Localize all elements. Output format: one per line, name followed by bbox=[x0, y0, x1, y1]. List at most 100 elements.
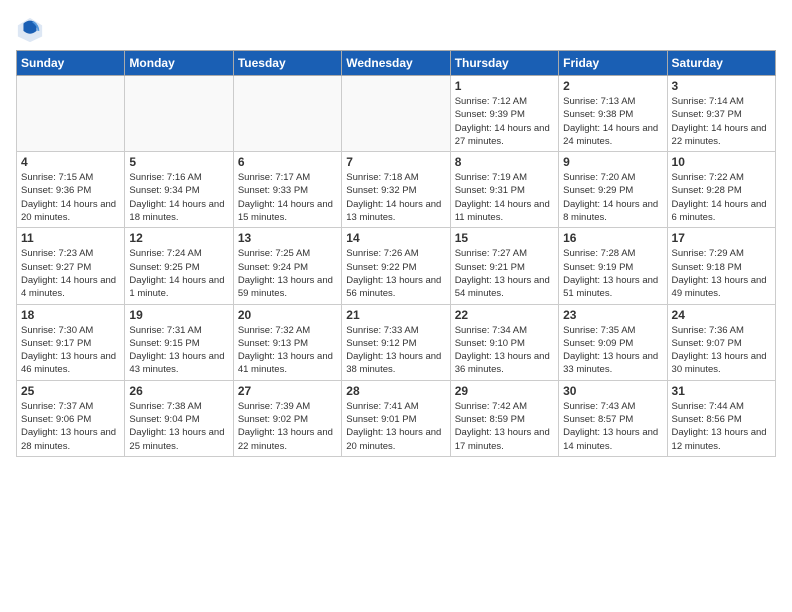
calendar-week-1: 1 Sunrise: 7:12 AM Sunset: 9:39 PM Daylig… bbox=[17, 76, 776, 152]
day-number: 17 bbox=[672, 231, 771, 245]
calendar-header-thursday: Thursday bbox=[450, 51, 558, 76]
day-info: Sunrise: 7:29 AM Sunset: 9:18 PM Dayligh… bbox=[672, 247, 771, 300]
day-number: 7 bbox=[346, 155, 445, 169]
day-number: 21 bbox=[346, 308, 445, 322]
calendar-week-3: 11Sunrise: 7:23 AM Sunset: 9:27 PM Dayli… bbox=[17, 228, 776, 304]
header bbox=[16, 16, 776, 44]
day-number: 13 bbox=[238, 231, 337, 245]
calendar-cell: 26 Sunrise: 7:38 AM Sunset: 9:04 PM Dayli… bbox=[125, 380, 233, 456]
day-info: Sunrise: 7:16 AM Sunset: 9:34 PM Dayligh… bbox=[129, 171, 228, 224]
day-number: 24 bbox=[672, 308, 771, 322]
day-info: Sunrise: 7:27 AM Sunset: 9:21 PM Dayligh… bbox=[455, 247, 554, 300]
logo bbox=[16, 16, 48, 44]
day-info: Sunrise: 7:38 AM Sunset: 9:04 PM Dayligh… bbox=[129, 400, 228, 453]
calendar-cell bbox=[125, 76, 233, 152]
calendar-cell: 25 Sunrise: 7:37 AM Sunset: 9:06 PM Dayli… bbox=[17, 380, 125, 456]
day-number: 28 bbox=[346, 384, 445, 398]
calendar-header-friday: Friday bbox=[559, 51, 667, 76]
day-info: Sunrise: 7:12 AM Sunset: 9:39 PM Dayligh… bbox=[455, 95, 554, 148]
day-info: Sunrise: 7:13 AM Sunset: 9:38 PM Dayligh… bbox=[563, 95, 662, 148]
day-number: 29 bbox=[455, 384, 554, 398]
day-info: Sunrise: 7:26 AM Sunset: 9:22 PM Dayligh… bbox=[346, 247, 445, 300]
day-number: 18 bbox=[21, 308, 120, 322]
day-number: 30 bbox=[563, 384, 662, 398]
calendar-cell: 16Sunrise: 7:28 AM Sunset: 9:19 PM Dayli… bbox=[559, 228, 667, 304]
calendar-cell bbox=[342, 76, 450, 152]
calendar-cell: 19Sunrise: 7:31 AM Sunset: 9:15 PM Dayli… bbox=[125, 304, 233, 380]
calendar-cell: 4Sunrise: 7:15 AM Sunset: 9:36 PM Daylig… bbox=[17, 152, 125, 228]
day-number: 16 bbox=[563, 231, 662, 245]
day-number: 12 bbox=[129, 231, 228, 245]
day-number: 15 bbox=[455, 231, 554, 245]
day-info: Sunrise: 7:33 AM Sunset: 9:12 PM Dayligh… bbox=[346, 324, 445, 377]
day-info: Sunrise: 7:39 AM Sunset: 9:02 PM Dayligh… bbox=[238, 400, 337, 453]
calendar-cell: 10 Sunrise: 7:22 AM Sunset: 9:28 PM Dayli… bbox=[667, 152, 775, 228]
day-info: Sunrise: 7:31 AM Sunset: 9:15 PM Dayligh… bbox=[129, 324, 228, 377]
calendar-cell: 20 Sunrise: 7:32 AM Sunset: 9:13 PM Dayli… bbox=[233, 304, 341, 380]
calendar-cell bbox=[233, 76, 341, 152]
day-info: Sunrise: 7:34 AM Sunset: 9:10 PM Dayligh… bbox=[455, 324, 554, 377]
day-info: Sunrise: 7:17 AM Sunset: 9:33 PM Dayligh… bbox=[238, 171, 337, 224]
day-number: 4 bbox=[21, 155, 120, 169]
day-info: Sunrise: 7:25 AM Sunset: 9:24 PM Dayligh… bbox=[238, 247, 337, 300]
calendar: SundayMondayTuesdayWednesdayThursdayFrid… bbox=[16, 50, 776, 457]
calendar-cell: 2 Sunrise: 7:13 AM Sunset: 9:38 PM Daylig… bbox=[559, 76, 667, 152]
day-number: 10 bbox=[672, 155, 771, 169]
calendar-cell: 27 Sunrise: 7:39 AM Sunset: 9:02 PM Dayli… bbox=[233, 380, 341, 456]
day-number: 9 bbox=[563, 155, 662, 169]
calendar-cell: 17 Sunrise: 7:29 AM Sunset: 9:18 PM Dayli… bbox=[667, 228, 775, 304]
calendar-cell: 18 Sunrise: 7:30 AM Sunset: 9:17 PM Dayli… bbox=[17, 304, 125, 380]
calendar-cell: 1 Sunrise: 7:12 AM Sunset: 9:39 PM Daylig… bbox=[450, 76, 558, 152]
calendar-cell: 21 Sunrise: 7:33 AM Sunset: 9:12 PM Dayli… bbox=[342, 304, 450, 380]
day-info: Sunrise: 7:37 AM Sunset: 9:06 PM Dayligh… bbox=[21, 400, 120, 453]
day-number: 20 bbox=[238, 308, 337, 322]
calendar-week-4: 18 Sunrise: 7:30 AM Sunset: 9:17 PM Dayli… bbox=[17, 304, 776, 380]
calendar-cell: 15 Sunrise: 7:27 AM Sunset: 9:21 PM Dayli… bbox=[450, 228, 558, 304]
day-info: Sunrise: 7:22 AM Sunset: 9:28 PM Dayligh… bbox=[672, 171, 771, 224]
calendar-cell: 24 Sunrise: 7:36 AM Sunset: 9:07 PM Dayli… bbox=[667, 304, 775, 380]
logo-icon bbox=[16, 16, 44, 44]
day-info: Sunrise: 7:32 AM Sunset: 9:13 PM Dayligh… bbox=[238, 324, 337, 377]
day-number: 22 bbox=[455, 308, 554, 322]
calendar-week-2: 4Sunrise: 7:15 AM Sunset: 9:36 PM Daylig… bbox=[17, 152, 776, 228]
calendar-cell bbox=[17, 76, 125, 152]
calendar-cell: 3Sunrise: 7:14 AM Sunset: 9:37 PM Daylig… bbox=[667, 76, 775, 152]
calendar-cell: 23 Sunrise: 7:35 AM Sunset: 9:09 PM Dayli… bbox=[559, 304, 667, 380]
calendar-cell: 6 Sunrise: 7:17 AM Sunset: 9:33 PM Daylig… bbox=[233, 152, 341, 228]
calendar-header-sunday: Sunday bbox=[17, 51, 125, 76]
day-number: 26 bbox=[129, 384, 228, 398]
calendar-header-saturday: Saturday bbox=[667, 51, 775, 76]
day-number: 1 bbox=[455, 79, 554, 93]
day-info: Sunrise: 7:42 AM Sunset: 8:59 PM Dayligh… bbox=[455, 400, 554, 453]
calendar-cell: 30 Sunrise: 7:43 AM Sunset: 8:57 PM Dayli… bbox=[559, 380, 667, 456]
calendar-cell: 9 Sunrise: 7:20 AM Sunset: 9:29 PM Daylig… bbox=[559, 152, 667, 228]
calendar-body: 1 Sunrise: 7:12 AM Sunset: 9:39 PM Daylig… bbox=[17, 76, 776, 457]
calendar-cell: 13 Sunrise: 7:25 AM Sunset: 9:24 PM Dayli… bbox=[233, 228, 341, 304]
day-number: 27 bbox=[238, 384, 337, 398]
day-number: 25 bbox=[21, 384, 120, 398]
calendar-week-5: 25 Sunrise: 7:37 AM Sunset: 9:06 PM Dayli… bbox=[17, 380, 776, 456]
day-info: Sunrise: 7:43 AM Sunset: 8:57 PM Dayligh… bbox=[563, 400, 662, 453]
day-info: Sunrise: 7:36 AM Sunset: 9:07 PM Dayligh… bbox=[672, 324, 771, 377]
day-number: 8 bbox=[455, 155, 554, 169]
day-info: Sunrise: 7:24 AM Sunset: 9:25 PM Dayligh… bbox=[129, 247, 228, 300]
day-info: Sunrise: 7:18 AM Sunset: 9:32 PM Dayligh… bbox=[346, 171, 445, 224]
calendar-header-tuesday: Tuesday bbox=[233, 51, 341, 76]
day-info: Sunrise: 7:20 AM Sunset: 9:29 PM Dayligh… bbox=[563, 171, 662, 224]
day-info: Sunrise: 7:19 AM Sunset: 9:31 PM Dayligh… bbox=[455, 171, 554, 224]
day-info: Sunrise: 7:35 AM Sunset: 9:09 PM Dayligh… bbox=[563, 324, 662, 377]
day-number: 11 bbox=[21, 231, 120, 245]
day-info: Sunrise: 7:30 AM Sunset: 9:17 PM Dayligh… bbox=[21, 324, 120, 377]
day-number: 5 bbox=[129, 155, 228, 169]
calendar-cell: 28Sunrise: 7:41 AM Sunset: 9:01 PM Dayli… bbox=[342, 380, 450, 456]
calendar-cell: 14Sunrise: 7:26 AM Sunset: 9:22 PM Dayli… bbox=[342, 228, 450, 304]
day-number: 2 bbox=[563, 79, 662, 93]
calendar-header-wednesday: Wednesday bbox=[342, 51, 450, 76]
calendar-cell: 31Sunrise: 7:44 AM Sunset: 8:56 PM Dayli… bbox=[667, 380, 775, 456]
calendar-cell: 12 Sunrise: 7:24 AM Sunset: 9:25 PM Dayli… bbox=[125, 228, 233, 304]
day-number: 6 bbox=[238, 155, 337, 169]
calendar-cell: 22 Sunrise: 7:34 AM Sunset: 9:10 PM Dayli… bbox=[450, 304, 558, 380]
calendar-header-monday: Monday bbox=[125, 51, 233, 76]
day-number: 23 bbox=[563, 308, 662, 322]
day-info: Sunrise: 7:14 AM Sunset: 9:37 PM Dayligh… bbox=[672, 95, 771, 148]
